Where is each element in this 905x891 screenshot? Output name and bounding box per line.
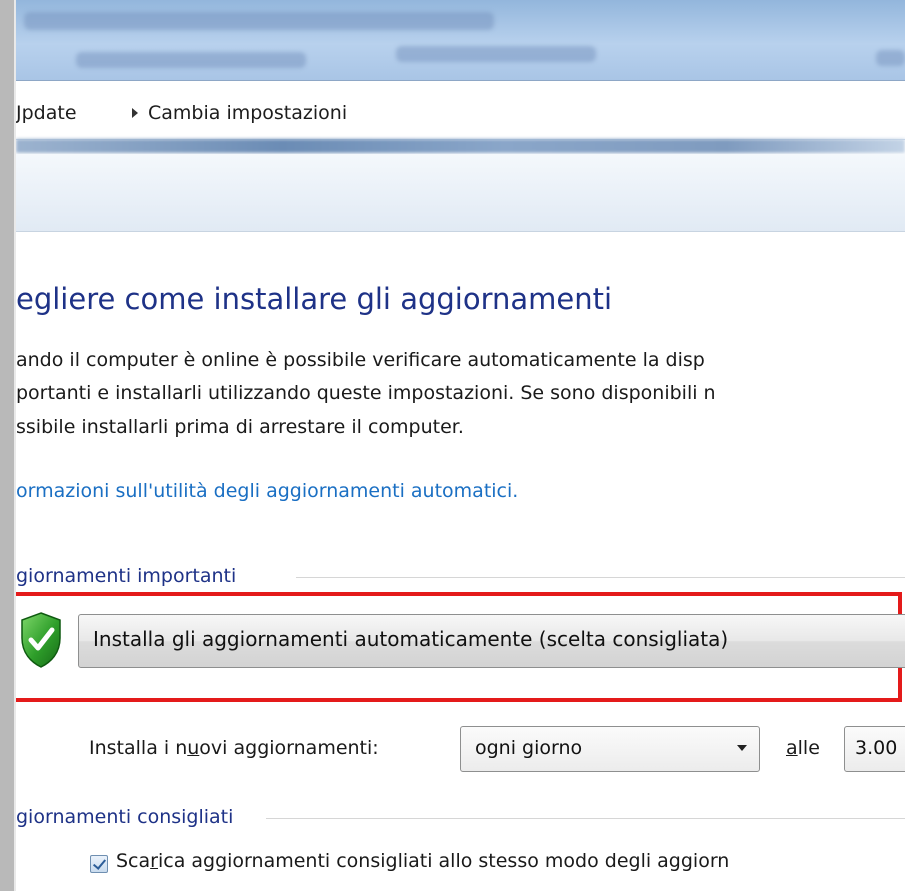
update-mode-dropdown[interactable]: Installa gli aggiornamenti automaticamen… xyxy=(78,614,905,668)
window-frame-edge xyxy=(0,0,16,891)
breadcrumb-parent[interactable]: Jpdate xyxy=(16,102,77,124)
checkbox-label-accesskey: r xyxy=(150,850,158,872)
dropdown-arrow-icon[interactable] xyxy=(737,745,747,751)
schedule-label-part: Installa i n xyxy=(89,737,188,759)
group-divider xyxy=(296,577,905,578)
frequency-value: ogni giorno xyxy=(475,737,583,759)
time-value: 3.00 xyxy=(855,737,898,759)
time-dropdown[interactable]: 3.00 xyxy=(844,726,905,772)
shield-icon xyxy=(21,612,61,668)
control-panel-window: Jpdate Cambia impostazioni egliere come … xyxy=(16,0,905,891)
breadcrumb-chevron-icon[interactable] xyxy=(132,108,138,118)
blurred-strip xyxy=(16,139,905,153)
time-label-accesskey: a xyxy=(786,737,798,759)
blurred-menu xyxy=(24,12,494,30)
breadcrumb-current[interactable]: Cambia impostazioni xyxy=(148,102,347,124)
group-label-important: giornamenti importanti xyxy=(16,565,241,587)
description-line-1: ando il computer è online è possibile ve… xyxy=(16,349,705,371)
schedule-label-part: ovi aggiornamenti: xyxy=(199,737,379,759)
description-line-3: ssibile installarli prima di arrestare i… xyxy=(16,416,464,438)
blurred-toolbar xyxy=(76,52,306,68)
address-bar[interactable]: Jpdate Cambia impostazioni xyxy=(16,80,905,140)
help-link[interactable]: ormazioni sull'utilità degli aggiornamen… xyxy=(16,480,518,502)
frequency-dropdown[interactable]: ogni giorno xyxy=(460,726,760,772)
group-label-recommended: giornamenti consigliati xyxy=(16,806,238,828)
schedule-label-accesskey: u xyxy=(187,737,200,759)
title-bar xyxy=(16,0,905,80)
recommended-updates-checkbox-label[interactable]: Scarica aggiornamenti consigliati allo s… xyxy=(116,850,729,872)
checkbox-label-part: ica aggiornamenti consigliati allo stess… xyxy=(157,850,730,872)
update-mode-value: Installa gli aggiornamenti automaticamen… xyxy=(93,627,729,651)
command-bar xyxy=(16,154,905,232)
description-line-2: portanti e installarli utilizzando quest… xyxy=(16,382,716,404)
schedule-label: Installa i nuovi aggiornamenti: xyxy=(89,737,379,759)
blurred-toolbar xyxy=(876,50,905,66)
checkbox-label-part: Sca xyxy=(116,850,151,872)
group-divider xyxy=(266,818,905,819)
time-label-part: lle xyxy=(797,737,820,759)
page-title: egliere come installare gli aggiornament… xyxy=(16,282,613,316)
time-label: alle xyxy=(786,737,820,759)
blurred-toolbar xyxy=(396,46,596,62)
recommended-updates-checkbox[interactable] xyxy=(90,855,108,873)
